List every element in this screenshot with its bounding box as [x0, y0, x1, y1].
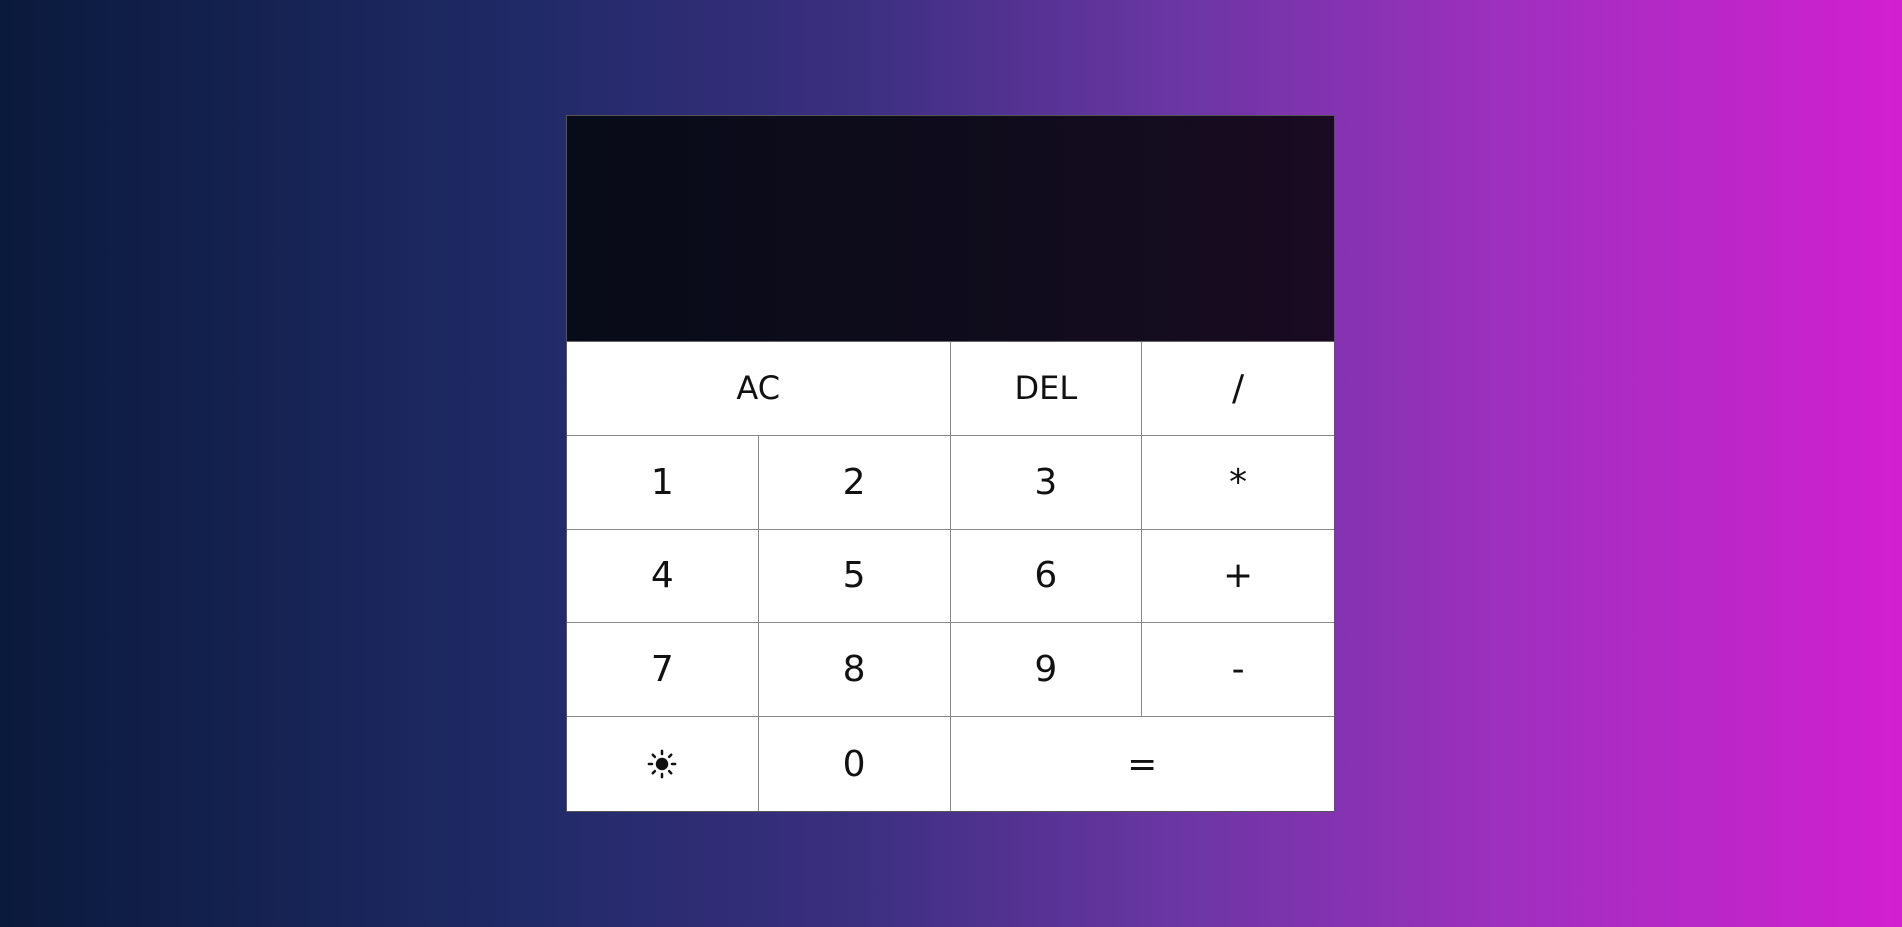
all-clear-button[interactable]: AC: [567, 342, 951, 436]
digit-4-button[interactable]: 4: [567, 529, 759, 624]
add-button[interactable]: +: [1142, 529, 1334, 624]
digit-9-button[interactable]: 9: [950, 623, 1143, 718]
calculator-display: [567, 116, 1334, 342]
subtract-button[interactable]: -: [1142, 623, 1334, 718]
digit-0-button[interactable]: 0: [758, 717, 951, 811]
theme-toggle-button[interactable]: [567, 717, 759, 811]
equals-button[interactable]: =: [950, 717, 1334, 811]
digit-8-button[interactable]: 8: [758, 623, 951, 718]
digit-1-button[interactable]: 1: [567, 435, 759, 530]
digit-5-button[interactable]: 5: [758, 529, 951, 624]
digit-6-button[interactable]: 6: [950, 529, 1143, 624]
multiply-button[interactable]: *: [1142, 435, 1334, 530]
digit-3-button[interactable]: 3: [950, 435, 1143, 530]
sun-icon: [648, 749, 677, 779]
delete-button[interactable]: DEL: [950, 342, 1143, 436]
digit-2-button[interactable]: 2: [758, 435, 951, 530]
digit-7-button[interactable]: 7: [567, 623, 759, 718]
divide-button[interactable]: /: [1142, 342, 1334, 436]
calculator: AC DEL / 1 2 3 * 4 5 6 + 7 8 9 - 0 =: [566, 115, 1335, 812]
